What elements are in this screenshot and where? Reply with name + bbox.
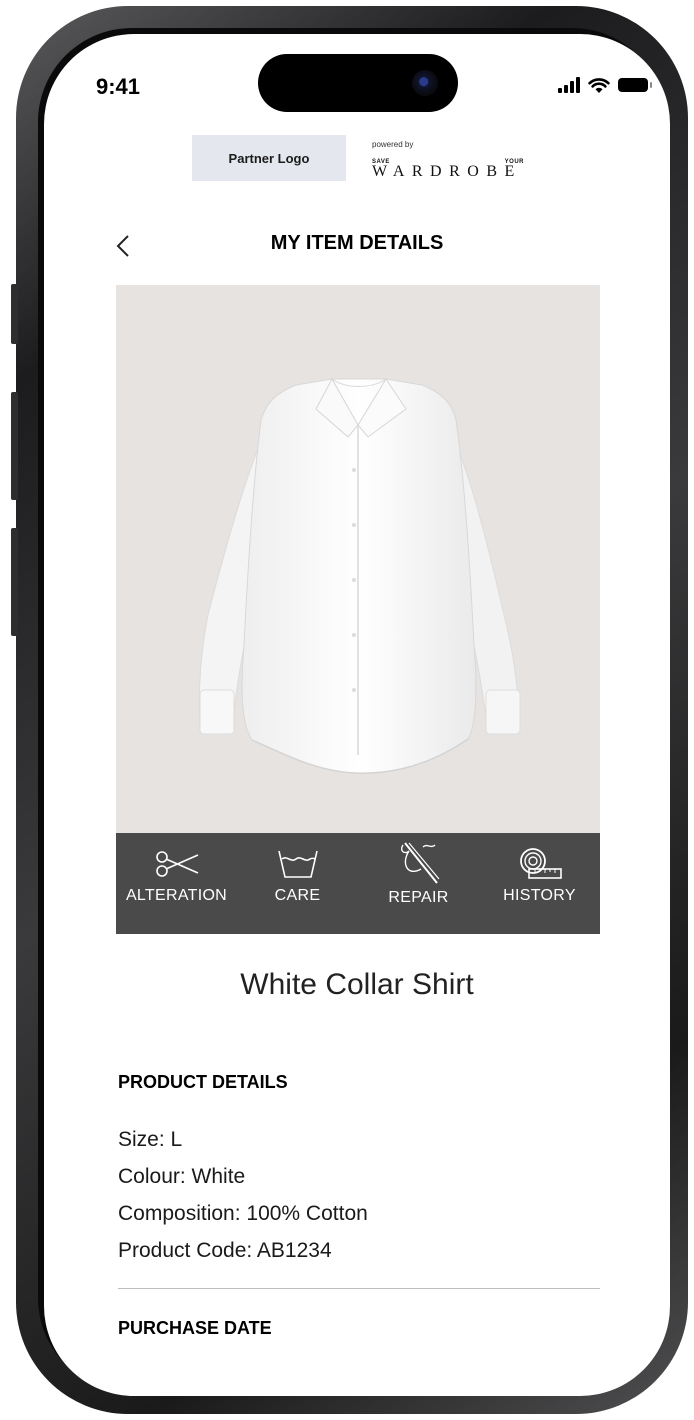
history-button[interactable]: HISTORY: [479, 833, 600, 934]
measuring-tape-icon: [519, 848, 562, 879]
care-label: CARE: [274, 887, 321, 904]
history-label: HISTORY: [503, 887, 576, 904]
status-icons: [558, 74, 652, 96]
product-code-value: Product Code: AB1234: [118, 1239, 332, 1262]
wifi-icon: [588, 77, 610, 93]
camera-icon: [412, 70, 438, 96]
repair-button[interactable]: REPAIR: [358, 833, 479, 934]
side-button-action: [11, 284, 18, 344]
repair-label: REPAIR: [388, 889, 449, 906]
signal-icon: [558, 77, 580, 93]
alteration-button[interactable]: ALTERATION: [116, 833, 237, 934]
status-time: 9:41: [96, 74, 141, 99]
needle-thread-icon: [400, 842, 439, 884]
powered-by-label: powered by: [372, 140, 414, 149]
size-value: Size: L: [118, 1128, 183, 1151]
product-details-list: Size: L Colour: White Composition: 100% …: [118, 1128, 368, 1276]
section-divider: [118, 1288, 600, 1289]
composition-value: Composition: 100% Cotton: [118, 1202, 368, 1225]
alteration-label: ALTERATION: [125, 887, 228, 904]
side-button-volume-up: [11, 392, 18, 500]
item-name: White Collar Shirt: [240, 968, 474, 1001]
white-shirt-image: [198, 377, 521, 774]
care-button[interactable]: CARE: [237, 833, 358, 934]
product-details-heading: PRODUCT DETAILS: [118, 1072, 288, 1092]
action-bar: ALTERATION CARE REPAIR HISTORY: [116, 833, 600, 934]
brand-wordmark: WARDROBE: [372, 163, 522, 180]
battery-icon: [618, 78, 652, 92]
brand-logo: powered by SAVE YOUR WARDROBE: [372, 140, 524, 180]
colour-value: Colour: White: [118, 1165, 246, 1188]
partner-logo: Partner Logo: [192, 135, 346, 181]
scissors-icon: [155, 851, 198, 877]
app-screen: 9:41 Partner Logo powered by SAVE YOUR W…: [44, 34, 670, 1396]
wash-basin-icon: [277, 850, 318, 878]
item-photo: [116, 285, 600, 833]
dynamic-island: [258, 54, 458, 112]
side-button-volume-down: [11, 528, 18, 636]
page-title: MY ITEM DETAILS: [270, 232, 444, 254]
purchase-date-heading: PURCHASE DATE: [118, 1318, 272, 1338]
